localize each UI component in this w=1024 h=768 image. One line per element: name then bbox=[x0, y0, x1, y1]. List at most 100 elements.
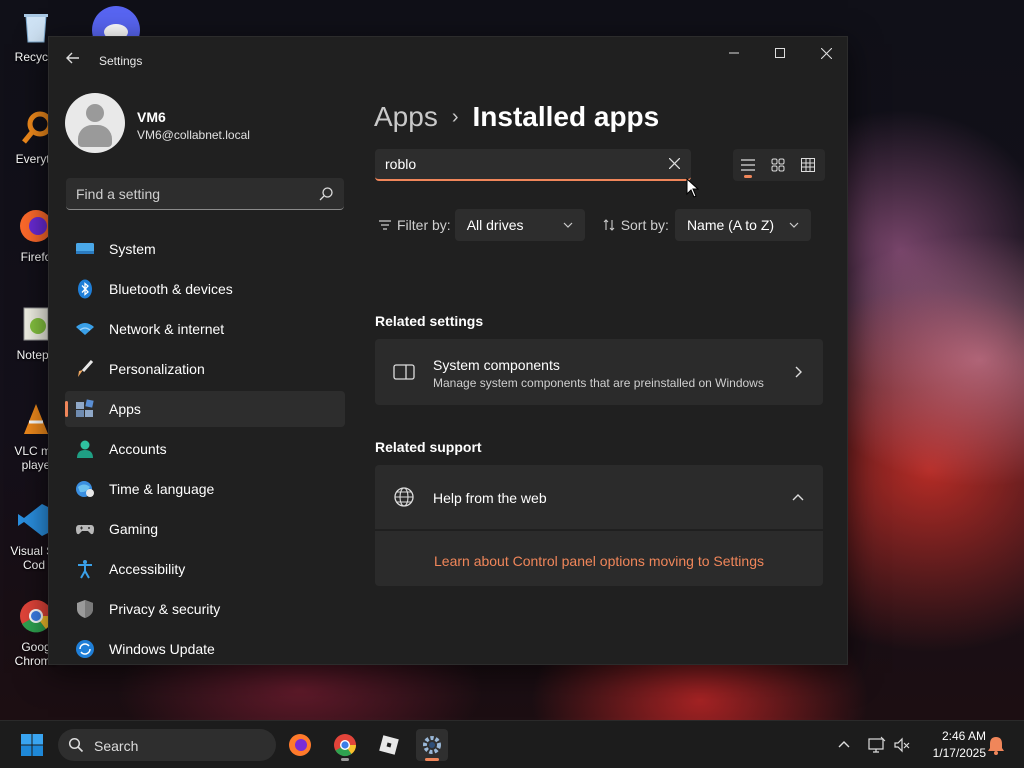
sidebar-item-label: Personalization bbox=[109, 361, 205, 377]
sidebar-item-accounts[interactable]: Accounts bbox=[65, 431, 345, 467]
wifi-icon bbox=[76, 323, 94, 335]
breadcrumb-apps[interactable]: Apps bbox=[374, 101, 438, 133]
sidebar-item-label: Privacy & security bbox=[109, 601, 221, 617]
user-profile[interactable]: VM6 VM6@collabnet.local bbox=[65, 93, 355, 157]
related-settings-title: Related settings bbox=[375, 313, 484, 329]
desktop-icon-discord[interactable] bbox=[92, 6, 140, 36]
app-search-box bbox=[375, 149, 691, 181]
sort-value: Name (A to Z) bbox=[686, 217, 775, 233]
taskbar-firefox[interactable] bbox=[284, 729, 316, 761]
sidebar-item-windows-update[interactable]: Windows Update bbox=[65, 631, 345, 664]
tile-view-button[interactable] bbox=[763, 149, 793, 181]
maximize-button[interactable] bbox=[757, 37, 803, 69]
volume-muted-icon[interactable] bbox=[893, 736, 911, 754]
find-setting-input[interactable] bbox=[76, 178, 306, 209]
sidebar-item-apps[interactable]: Apps bbox=[65, 391, 345, 427]
sidebar-item-privacy-security[interactable]: Privacy & security bbox=[65, 591, 345, 627]
system-components-title: System components bbox=[433, 357, 560, 373]
chevron-up-icon bbox=[792, 494, 804, 501]
sidebar-item-bluetooth[interactable]: Bluetooth & devices bbox=[65, 271, 345, 307]
sidebar-item-time-language[interactable]: Time & language bbox=[65, 471, 345, 507]
profile-name: VM6 bbox=[137, 109, 166, 125]
sidebar-item-label: System bbox=[109, 241, 156, 257]
taskbar-search[interactable]: Search bbox=[58, 729, 276, 761]
chevron-down-icon bbox=[789, 222, 799, 228]
apps-icon bbox=[76, 399, 94, 417]
globe-clock-icon bbox=[76, 481, 94, 497]
arrow-left-icon bbox=[66, 52, 79, 64]
sidebar-item-label: Windows Update bbox=[109, 641, 215, 657]
sidebar-item-label: Time & language bbox=[109, 481, 215, 497]
taskbar-search-label: Search bbox=[94, 738, 139, 754]
window-title: Settings bbox=[99, 54, 143, 68]
find-setting-box bbox=[66, 178, 344, 210]
filter-label: Filter by: bbox=[379, 217, 451, 233]
chevron-up-icon[interactable] bbox=[836, 737, 852, 753]
mouse-cursor-icon bbox=[686, 178, 700, 198]
title-bar: Settings bbox=[49, 37, 847, 85]
sidebar-item-label: Apps bbox=[109, 401, 141, 417]
bluetooth-icon bbox=[78, 279, 92, 299]
chevron-down-icon bbox=[563, 222, 573, 228]
related-support-title: Related support bbox=[375, 439, 482, 455]
system-components-icon bbox=[393, 364, 415, 380]
notification-bell-icon[interactable] bbox=[987, 735, 1005, 755]
taskbar-chrome[interactable] bbox=[329, 729, 361, 761]
clock-time[interactable]: 2:46 AM bbox=[920, 729, 986, 743]
sidebar-item-label: Gaming bbox=[109, 521, 159, 537]
sort-dropdown[interactable]: Name (A to Z) bbox=[674, 209, 811, 241]
sidebar-item-accessibility[interactable]: Accessibility bbox=[65, 551, 345, 587]
page-title: Installed apps bbox=[472, 101, 660, 132]
paintbrush-icon bbox=[78, 359, 94, 377]
grid-view-button[interactable] bbox=[793, 149, 823, 181]
help-from-web-header[interactable]: Help from the web bbox=[375, 465, 823, 529]
person-icon bbox=[77, 440, 93, 458]
sidebar-item-personalization[interactable]: Personalization bbox=[65, 351, 345, 387]
minimize-button[interactable] bbox=[711, 37, 757, 69]
settings-gear-icon bbox=[423, 736, 441, 754]
app-search-input[interactable] bbox=[385, 149, 645, 179]
chrome-icon bbox=[334, 734, 357, 757]
system-components-subtitle: Manage system components that are preins… bbox=[433, 376, 764, 390]
close-button[interactable] bbox=[803, 37, 847, 69]
filter-label-text: Filter by: bbox=[397, 217, 451, 233]
gamepad-icon bbox=[76, 525, 94, 535]
taskbar-settings[interactable] bbox=[416, 729, 448, 761]
globe-icon bbox=[394, 487, 414, 507]
taskbar-roblox[interactable] bbox=[373, 729, 405, 761]
sidebar-item-label: Bluetooth & devices bbox=[109, 281, 233, 297]
sidebar-item-label: Accounts bbox=[109, 441, 167, 457]
help-from-web-title: Help from the web bbox=[433, 490, 547, 506]
list-view-button[interactable] bbox=[733, 149, 763, 181]
sidebar-item-network[interactable]: Network & internet bbox=[65, 311, 345, 347]
breadcrumb: Apps › Installed apps bbox=[374, 97, 659, 137]
settings-window: Settings VM6 VM6@collabnet.local System … bbox=[48, 36, 848, 665]
windows-start-icon[interactable] bbox=[20, 733, 44, 757]
grid-view-icon bbox=[801, 158, 815, 172]
minimize-icon bbox=[729, 52, 739, 54]
chevron-right-icon bbox=[795, 366, 802, 378]
taskbar: Search 2:46 AM 1/17/2025 bbox=[0, 720, 1024, 768]
sidebar-item-system[interactable]: System bbox=[65, 231, 345, 267]
filter-dropdown[interactable]: All drives bbox=[454, 209, 585, 241]
sidebar-item-gaming[interactable]: Gaming bbox=[65, 511, 345, 547]
system-components-card[interactable]: System components Manage system componen… bbox=[375, 339, 823, 405]
clear-search-button[interactable] bbox=[665, 155, 683, 173]
close-icon bbox=[820, 47, 832, 59]
view-mode-toggle bbox=[733, 149, 825, 181]
profile-email: VM6@collabnet.local bbox=[137, 128, 250, 142]
clock-date[interactable]: 1/17/2025 bbox=[920, 746, 986, 760]
breadcrumb-separator: › bbox=[451, 105, 459, 128]
network-monitor-icon[interactable] bbox=[868, 736, 886, 754]
active-indicator bbox=[425, 758, 439, 761]
monitor-icon bbox=[76, 243, 94, 254]
search-icon[interactable] bbox=[318, 186, 334, 202]
sort-label: Sort by: bbox=[603, 217, 669, 233]
tile-view-icon bbox=[771, 158, 785, 172]
list-view-icon bbox=[741, 159, 755, 171]
sidebar-item-label: Accessibility bbox=[109, 561, 186, 577]
sidebar-nav: System Bluetooth & devices Network & int… bbox=[65, 231, 345, 664]
filter-sort-row: Filter by: All drives Sort by: Name (A t… bbox=[379, 209, 811, 241]
control-panel-link[interactable]: Learn about Control panel options moving… bbox=[375, 553, 823, 569]
back-button[interactable] bbox=[61, 49, 85, 73]
